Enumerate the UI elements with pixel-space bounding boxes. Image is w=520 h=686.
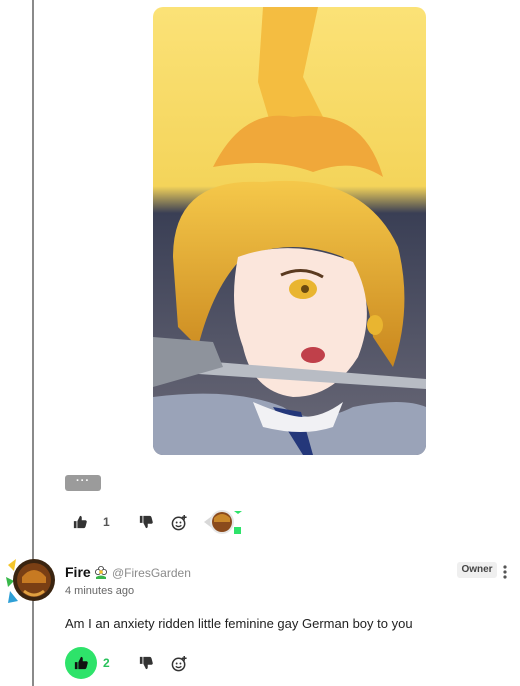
- thumbs-up-icon[interactable]: [73, 655, 89, 671]
- comment-timestamp[interactable]: 4 minutes ago: [65, 585, 134, 597]
- reaction-avatar[interactable]: [204, 508, 244, 536]
- thumbs-down-icon[interactable]: [138, 655, 154, 671]
- flower-icon: [94, 565, 108, 579]
- avatar[interactable]: [6, 555, 56, 607]
- thumbs-down-icon[interactable]: [138, 514, 154, 530]
- more-options-button[interactable]: ···: [65, 475, 101, 491]
- owner-badge: Owner: [457, 562, 497, 578]
- add-reaction-icon[interactable]: [170, 513, 188, 531]
- comment-like-count: 2: [103, 656, 110, 670]
- anime-illustration: [153, 7, 426, 455]
- comment-handle[interactable]: @FiresGarden: [112, 566, 191, 580]
- thumbs-up-icon[interactable]: [72, 514, 88, 530]
- comment-author[interactable]: Fire: [65, 564, 91, 580]
- add-reaction-icon[interactable]: [170, 654, 188, 672]
- kebab-menu-icon[interactable]: [502, 564, 508, 580]
- comment-text: Am I an anxiety ridden little feminine g…: [65, 616, 413, 631]
- post-image[interactable]: [153, 7, 426, 455]
- post-like-count: 1: [103, 515, 110, 529]
